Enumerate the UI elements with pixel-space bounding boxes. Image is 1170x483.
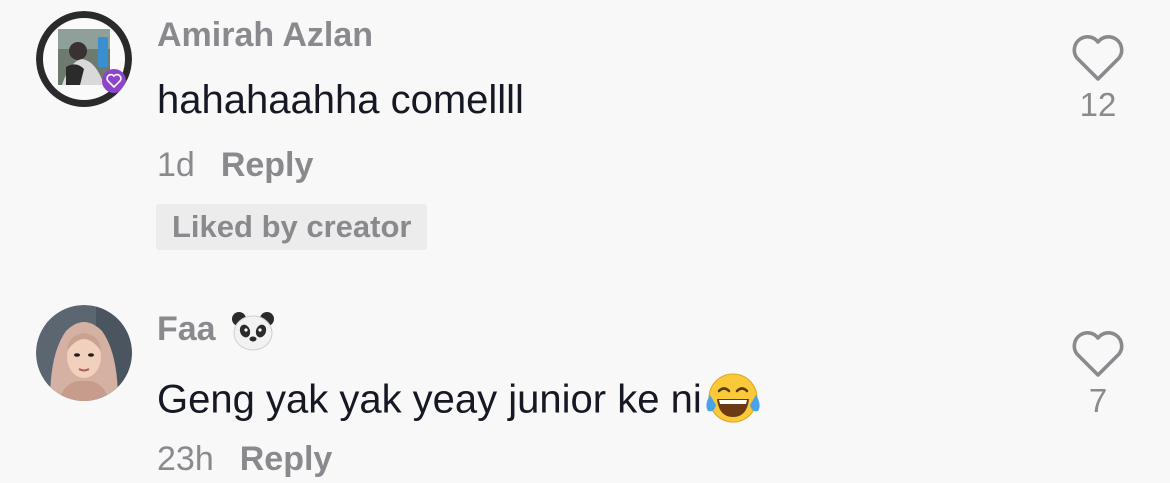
comment-text-content: Geng yak yak yeay junior ke ni <box>157 377 702 422</box>
comment-item: Faa Geng yak yak yeay junior ke ni 23h Re… <box>0 290 1170 483</box>
like-control[interactable]: 7 <box>1068 330 1128 420</box>
like-control[interactable]: 12 <box>1068 34 1128 124</box>
comment-meta: 23h Reply <box>157 440 332 479</box>
reply-button[interactable]: Reply <box>221 146 314 184</box>
comment-time: 23h <box>157 440 214 478</box>
panda-icon <box>231 312 274 351</box>
avatar-image <box>36 11 132 107</box>
liked-by-creator-badge: Liked by creator <box>156 204 428 250</box>
like-count: 12 <box>1079 86 1117 123</box>
avatar[interactable] <box>36 305 132 401</box>
heart-icon[interactable] <box>1071 34 1125 82</box>
avatar[interactable] <box>36 11 132 107</box>
username-text: Faa <box>157 310 216 348</box>
comment-item: Amirah Azlan hahahaahha comellll 1d Reply… <box>0 0 1170 280</box>
avatar-image <box>36 305 132 401</box>
username[interactable]: Amirah Azlan <box>157 16 373 55</box>
comment-time: 1d <box>157 146 195 184</box>
comment-meta: 1d Reply <box>157 146 313 185</box>
comment-text: hahahaahha comellll <box>157 78 524 122</box>
username[interactable]: Faa <box>157 310 276 352</box>
reply-button[interactable]: Reply <box>240 440 333 478</box>
comment-text: Geng yak yak yeay junior ke ni <box>157 373 762 429</box>
laughing-tears-emoji-icon <box>706 373 760 423</box>
like-count: 7 <box>1088 382 1108 419</box>
heart-icon[interactable] <box>1071 330 1125 378</box>
